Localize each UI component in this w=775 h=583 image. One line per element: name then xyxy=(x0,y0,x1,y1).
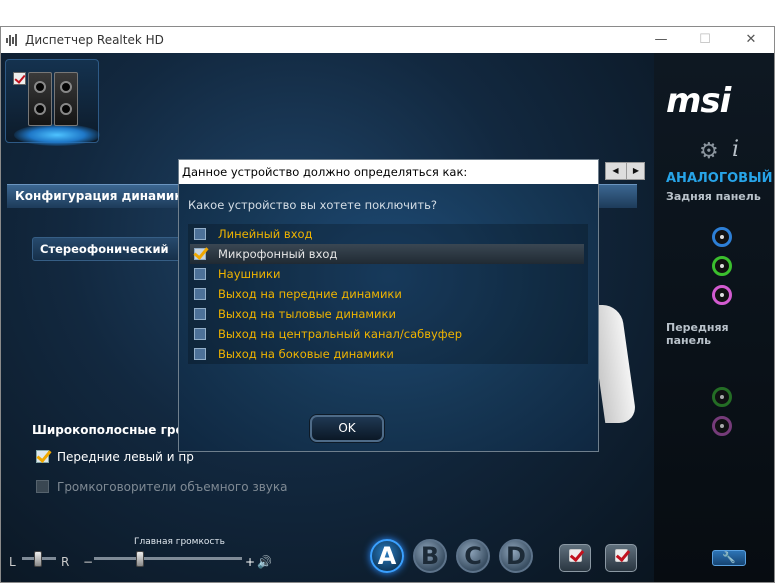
device-checkbox[interactable] xyxy=(194,228,206,240)
rear-panel-label: Задняя панель xyxy=(666,190,761,203)
device-label: Выход на боковые динамики xyxy=(218,347,394,361)
front-panel-label: Передняя панель xyxy=(666,321,729,347)
speaker-mode-select[interactable]: Стереофонический xyxy=(32,237,182,261)
sidebar: msi ⚙ i АНАЛОГОВЫЙ Задняя панель Передня… xyxy=(654,53,774,582)
minimize-button[interactable]: — xyxy=(638,27,684,53)
right-speaker-icon xyxy=(54,72,78,126)
analog-heading: АНАЛОГОВЫЙ xyxy=(666,171,773,186)
device-checkbox[interactable] xyxy=(194,328,206,340)
device-type-dialog: Данное устройство должно определяться ка… xyxy=(178,159,599,452)
front-lr-label: Передние левый и пр xyxy=(57,450,194,464)
balance-left-label: L xyxy=(9,555,16,569)
device-label: Линейный вход xyxy=(218,227,313,241)
rear-jack-blue[interactable] xyxy=(712,227,732,247)
device-label: Выход на передние динамики xyxy=(218,287,402,301)
front-jack-green[interactable] xyxy=(712,387,732,407)
title-bar: Диспетчер Realtek HD — ☐ ✕ xyxy=(1,27,774,53)
device-option-line-in[interactable]: Линейный вход xyxy=(190,224,584,244)
device-checkbox[interactable] xyxy=(194,308,206,320)
ok-button[interactable]: OK xyxy=(310,415,384,442)
balance-slider-thumb[interactable] xyxy=(34,551,42,567)
wrench-icon[interactable]: 🔧 xyxy=(712,550,746,566)
realtek-app-icon xyxy=(6,34,17,46)
balance-right-label: R xyxy=(61,555,70,569)
device-option-front-out[interactable]: Выход на передние динамики xyxy=(190,284,584,304)
device-option-headphones[interactable]: Наушники xyxy=(190,264,584,284)
close-button[interactable]: ✕ xyxy=(728,27,774,53)
main-volume-label: Главная громкость xyxy=(134,537,225,547)
device-list: Линейный вход Микрофонный вход Наушники … xyxy=(188,224,588,364)
window-title: Диспетчер Realtek HD xyxy=(25,33,164,47)
device-label: Выход на центральный канал/сабвуфер xyxy=(218,327,462,341)
set-default-comm-button[interactable] xyxy=(605,544,637,572)
speakers-tab[interactable] xyxy=(5,59,100,146)
left-speaker-icon xyxy=(28,72,52,126)
device-option-center-sub[interactable]: Выход на центральный канал/сабвуфер xyxy=(190,324,584,344)
default-device-check-icon xyxy=(13,72,26,85)
volume-plus: + xyxy=(245,555,256,569)
device-option-rear-out[interactable]: Выход на тыловые динамики xyxy=(190,304,584,324)
device-label: Микрофонный вход xyxy=(218,247,338,261)
check-icon xyxy=(569,549,582,562)
rear-jack-pink[interactable] xyxy=(712,285,732,305)
rear-jack-green[interactable] xyxy=(712,256,732,276)
maximize-button[interactable]: ☐ xyxy=(682,27,728,53)
dialog-question: Какое устройство вы хотете поключить? xyxy=(188,198,437,212)
info-icon[interactable]: i xyxy=(732,137,739,162)
speaker-config-title: Конфигурация динамиков xyxy=(15,189,199,203)
front-lr-checkbox[interactable] xyxy=(36,450,49,463)
device-option-mic-in[interactable]: Микрофонный вход xyxy=(190,244,584,264)
speaker-volume-icon[interactable]: 🔊 xyxy=(257,555,272,569)
device-checkbox[interactable] xyxy=(194,348,206,360)
wideband-speakers-heading: Широкополосные громк xyxy=(32,423,202,437)
profile-a-button[interactable]: A xyxy=(370,539,404,573)
check-icon xyxy=(615,549,628,562)
device-option-side-out[interactable]: Выход на боковые динамики xyxy=(190,344,584,364)
device-checkbox[interactable] xyxy=(194,288,206,300)
tab-glow xyxy=(14,124,100,146)
set-default-button[interactable] xyxy=(559,544,591,572)
tab-scroll-left[interactable]: ◀ xyxy=(606,163,625,179)
main-volume-thumb[interactable] xyxy=(136,551,144,567)
surround-checkbox[interactable] xyxy=(36,480,49,493)
gear-icon[interactable]: ⚙ xyxy=(699,139,719,164)
tab-scroll-right[interactable]: ▶ xyxy=(626,163,645,179)
profile-d-button[interactable]: D xyxy=(499,539,533,573)
dialog-title: Данное устройство должно определяться ка… xyxy=(179,160,598,184)
surround-label: Громкоговорители объемного звука xyxy=(57,480,288,494)
device-label: Выход на тыловые динамики xyxy=(218,307,396,321)
msi-logo: msi xyxy=(666,81,731,121)
main-volume-track[interactable] xyxy=(94,557,242,560)
front-jack-pink[interactable] xyxy=(712,416,732,436)
device-label: Наушники xyxy=(218,267,281,281)
tab-scroll-arrows[interactable]: ◀ ▶ xyxy=(605,162,645,180)
profile-b-button[interactable]: B xyxy=(413,539,447,573)
device-checkbox[interactable] xyxy=(194,268,206,280)
profile-c-button[interactable]: C xyxy=(456,539,490,573)
volume-minus: − xyxy=(83,555,94,569)
device-checkbox[interactable] xyxy=(194,248,206,260)
realtek-window: Диспетчер Realtek HD — ☐ ✕ Конфигурация … xyxy=(0,26,775,583)
